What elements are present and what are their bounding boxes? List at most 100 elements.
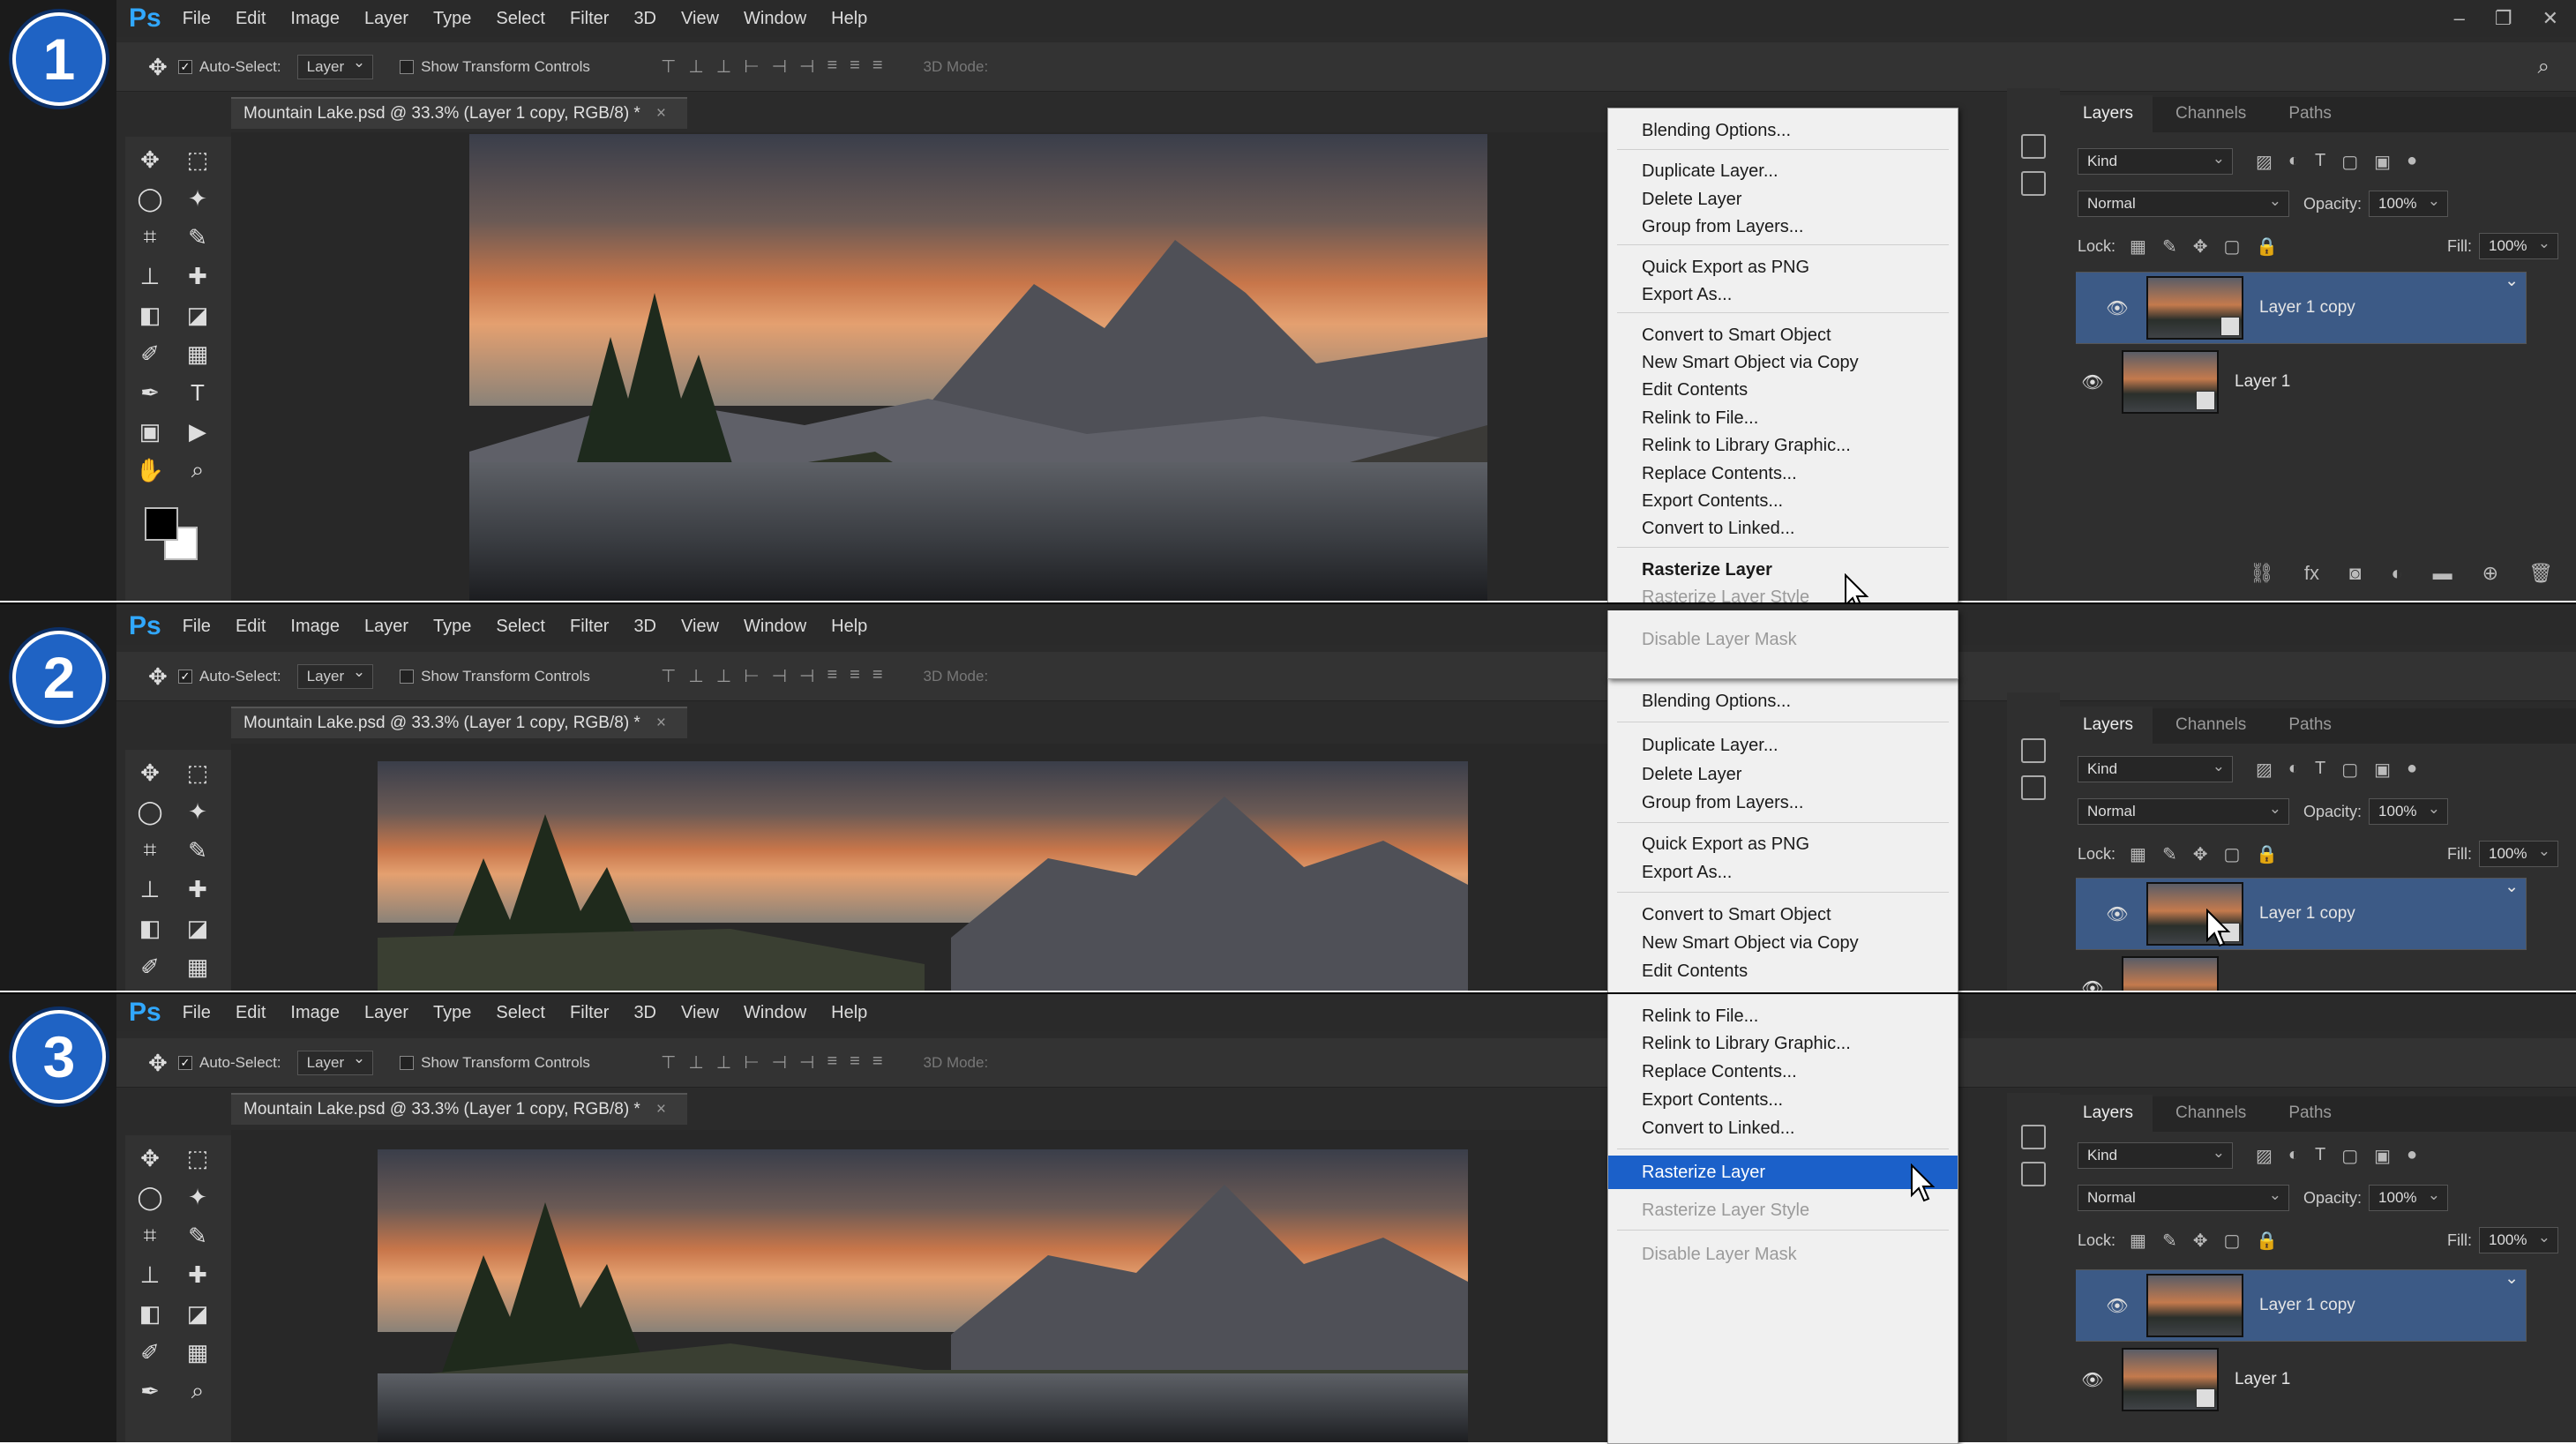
distribute-icon[interactable]: ≡: [850, 665, 860, 687]
lasso-tool-icon[interactable]: ◯: [134, 796, 166, 827]
history-icon[interactable]: [2021, 1125, 2046, 1149]
menu-file[interactable]: File: [183, 9, 211, 29]
menu-view[interactable]: View: [681, 9, 719, 29]
menu-item-convert-linked[interactable]: Convert to Linked...: [1608, 1115, 1958, 1141]
menu-image[interactable]: Image: [290, 9, 340, 29]
move-tool-icon[interactable]: ✥: [148, 56, 168, 79]
type-filter-icon[interactable]: T: [2315, 759, 2325, 781]
align-right-icon[interactable]: ⊣: [799, 1051, 814, 1074]
filter-toggle-icon[interactable]: ●: [2407, 1145, 2417, 1167]
fill-field[interactable]: 100%: [2479, 1227, 2558, 1253]
menu-item-quick-export[interactable]: Quick Export as PNG: [1608, 831, 1958, 857]
add-mask-icon[interactable]: ◙: [2349, 562, 2361, 585]
gradient-tool-icon[interactable]: ▦: [182, 1336, 213, 1368]
history-icon[interactable]: [2021, 738, 2046, 763]
visibility-eye-icon[interactable]: 👁: [2079, 371, 2106, 393]
visibility-eye-icon[interactable]: 👁: [2079, 1369, 2106, 1391]
menu-item-relink-library[interactable]: Relink to Library Graphic...: [1608, 1030, 1958, 1057]
lock-position-icon[interactable]: ✥: [2193, 1230, 2208, 1252]
fill-field[interactable]: 100%: [2479, 233, 2558, 259]
align-bottom-icon[interactable]: ⊥: [716, 1051, 731, 1074]
healing-tool-icon[interactable]: ✚: [182, 260, 213, 292]
menu-type[interactable]: Type: [433, 1003, 471, 1023]
menu-item-group-from-layers[interactable]: Group from Layers...: [1608, 213, 1958, 240]
menu-item-rasterize-layer[interactable]: Rasterize Layer: [1608, 1156, 1958, 1189]
auto-select-checkbox[interactable]: ✓: [178, 1055, 192, 1070]
healing-tool-icon[interactable]: ✚: [182, 1259, 213, 1291]
shape-tool-icon[interactable]: ▣: [134, 415, 166, 447]
align-left-icon[interactable]: ⊢: [744, 56, 759, 78]
move-tool-icon[interactable]: ✥: [134, 144, 166, 176]
bucket-tool-icon[interactable]: ◪: [182, 1298, 213, 1329]
shape-filter-icon[interactable]: ▢: [2341, 759, 2358, 781]
tab-layers[interactable]: Layers: [2060, 95, 2153, 132]
document-tab[interactable]: Mountain Lake.psd @ 33.3% (Layer 1 copy,…: [231, 1093, 687, 1125]
close-icon[interactable]: ✕: [2542, 7, 2558, 30]
close-tab-icon[interactable]: ×: [656, 714, 666, 733]
menu-help[interactable]: Help: [831, 9, 867, 29]
menu-item-relink-file[interactable]: Relink to File...: [1608, 1003, 1958, 1029]
menu-item-duplicate-layer[interactable]: Duplicate Layer...: [1608, 732, 1958, 759]
menu-image[interactable]: Image: [290, 617, 340, 637]
move-tool-icon[interactable]: ✥: [148, 1051, 168, 1074]
smart-filter-icon[interactable]: ▣: [2374, 759, 2391, 781]
lock-all-icon[interactable]: 🔒: [2256, 236, 2278, 258]
distribute-icon[interactable]: ≡: [850, 56, 860, 78]
menu-item-quick-export[interactable]: Quick Export as PNG: [1608, 254, 1958, 281]
align-left-icon[interactable]: ⊢: [744, 1051, 759, 1074]
menu-item-new-smart-object-copy[interactable]: New Smart Object via Copy: [1608, 930, 1958, 956]
align-hcenter-icon[interactable]: ⊣: [772, 665, 787, 687]
menu-edit[interactable]: Edit: [236, 9, 266, 29]
properties-icon[interactable]: [2021, 171, 2046, 196]
close-tab-icon[interactable]: ×: [656, 104, 666, 123]
shape-filter-icon[interactable]: ▢: [2341, 1145, 2358, 1167]
menu-item-rasterize-layer[interactable]: Rasterize Layer: [1608, 557, 1958, 583]
lock-artboard-icon[interactable]: ▢: [2223, 236, 2240, 258]
zoom-tool-icon[interactable]: ⌕: [182, 454, 213, 486]
menu-edit[interactable]: Edit: [236, 617, 266, 637]
history-icon[interactable]: [2021, 134, 2046, 159]
zoom-tool-icon[interactable]: ⌕: [182, 1375, 213, 1407]
align-top-icon[interactable]: ⊤: [661, 1051, 676, 1074]
opacity-field[interactable]: 100%: [2369, 798, 2449, 825]
tab-paths[interactable]: Paths: [2265, 104, 2351, 132]
magic-wand-icon[interactable]: ✦: [182, 1181, 213, 1213]
menu-item-new-smart-object-copy[interactable]: New Smart Object via Copy: [1608, 349, 1958, 376]
align-left-icon[interactable]: ⊢: [744, 665, 759, 687]
visibility-eye-icon[interactable]: 👁: [2079, 977, 2106, 993]
pixel-filter-icon[interactable]: ▨: [2256, 759, 2273, 781]
magic-wand-icon[interactable]: ✦: [182, 183, 213, 214]
properties-icon[interactable]: [2021, 775, 2046, 800]
menu-item-convert-smart-object[interactable]: Convert to Smart Object: [1608, 322, 1958, 348]
shape-filter-icon[interactable]: ▢: [2341, 151, 2358, 173]
adjust-filter-icon[interactable]: ◐: [2288, 759, 2299, 781]
move-tool-icon[interactable]: ✥: [134, 757, 166, 789]
menu-select[interactable]: Select: [496, 1003, 545, 1023]
pixel-filter-icon[interactable]: ▨: [2256, 1145, 2273, 1167]
align-vcenter-icon[interactable]: ⊥: [688, 665, 703, 687]
distribute-icon[interactable]: ≡: [827, 1051, 837, 1074]
brush-tool-icon[interactable]: ✐: [134, 338, 166, 370]
layer-row[interactable]: 👁 Layer 1 copy: [2076, 271, 2527, 344]
menu-view[interactable]: View: [681, 617, 719, 637]
auto-select-target-dropdown[interactable]: Layer: [296, 663, 374, 689]
adjust-filter-icon[interactable]: ◐: [2288, 151, 2299, 173]
brush-tool-icon[interactable]: ✐: [134, 1336, 166, 1368]
move-tool-icon[interactable]: ✥: [134, 1142, 166, 1174]
menu-window[interactable]: Window: [744, 617, 806, 637]
menu-filter[interactable]: Filter: [570, 617, 609, 637]
fx-icon[interactable]: fx: [2304, 562, 2319, 585]
visibility-eye-icon[interactable]: 👁: [2104, 297, 2130, 319]
adjustment-icon[interactable]: ◐: [2391, 562, 2402, 585]
pixel-filter-icon[interactable]: ▨: [2256, 151, 2273, 173]
menu-item-relink-library[interactable]: Relink to Library Graphic...: [1608, 432, 1958, 459]
eraser-tool-icon[interactable]: ◧: [134, 1298, 166, 1329]
align-top-icon[interactable]: ⊤: [661, 665, 676, 687]
menu-item-group-from-layers[interactable]: Group from Layers...: [1608, 789, 1958, 816]
visibility-eye-icon[interactable]: 👁: [2104, 903, 2130, 925]
menu-filter[interactable]: Filter: [570, 1003, 609, 1023]
fill-field[interactable]: 100%: [2479, 841, 2558, 867]
filter-kind-dropdown[interactable]: Kind: [2078, 756, 2233, 782]
menu-item-blending-options[interactable]: Blending Options...: [1608, 688, 1958, 715]
menu-item-relink-file[interactable]: Relink to File...: [1608, 405, 1958, 431]
